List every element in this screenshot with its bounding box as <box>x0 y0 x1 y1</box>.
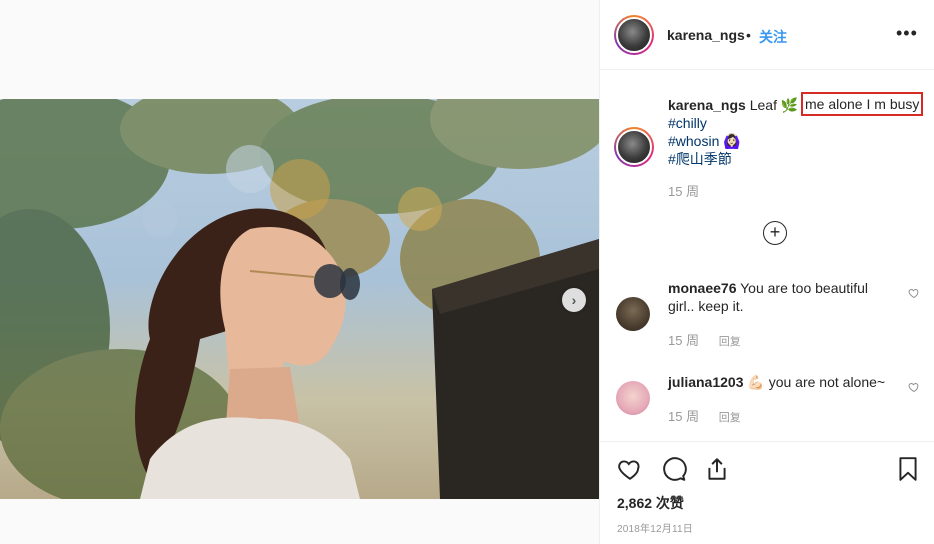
plus-circle-icon: + <box>769 222 781 242</box>
comment-meta: 15 周 回复 <box>668 406 741 425</box>
post-caption: karena_ngs Leaf 🌿 me alone I m busy #chi… <box>668 92 928 168</box>
load-more-comments-button[interactable]: + <box>763 221 787 245</box>
next-photo-button[interactable]: › <box>562 288 586 312</box>
like-comment-heart-icon[interactable] <box>908 287 920 299</box>
highlighted-caption-text: me alone I m busy <box>801 92 924 116</box>
likes-count[interactable]: 2,862 次赞 <box>617 493 684 513</box>
author-avatar[interactable] <box>614 15 654 55</box>
post-header: karena_ngs • 关注 ••• <box>600 0 934 70</box>
person-emoji: 🙆🏻‍♀️ <box>723 133 741 149</box>
comment-item: monaee76 You are too beautiful girl.. ke… <box>668 279 898 315</box>
commenter-username-link[interactable]: monaee76 <box>668 280 736 296</box>
caption-username-link[interactable]: karena_ngs <box>668 97 746 113</box>
chevron-right-icon: › <box>571 292 577 308</box>
commenter-avatar[interactable] <box>616 381 650 415</box>
caption-author-avatar[interactable] <box>614 127 654 167</box>
reply-button[interactable]: 回复 <box>719 412 741 424</box>
post-date[interactable]: 2018年12月11日 <box>617 520 693 535</box>
hashtag-link[interactable]: #chilly <box>668 114 928 132</box>
comment-icon[interactable] <box>661 456 687 482</box>
commenter-avatar[interactable] <box>616 297 650 331</box>
comment-timestamp[interactable]: 15 周 <box>668 333 699 348</box>
author-username-link[interactable]: karena_ngs <box>667 27 745 43</box>
more-horizontal-icon[interactable]: ••• <box>896 23 918 44</box>
comment-text: you are not alone~ <box>768 374 886 390</box>
hashtag-link[interactable]: #whosin <box>668 133 719 149</box>
separator-dot: • <box>746 27 751 43</box>
post-media-area: › <box>0 0 599 544</box>
follow-button[interactable]: 关注 <box>759 27 787 47</box>
hashtag-link[interactable]: #爬山季節 <box>668 150 928 168</box>
post-actions-bar: 2,862 次赞 2018年12月11日 <box>600 441 934 544</box>
commenter-username-link[interactable]: juliana1203 <box>668 374 744 390</box>
post-side-panel: karena_ngs • 关注 ••• karena_ngs Leaf 🌿 me… <box>599 0 934 544</box>
heart-icon[interactable] <box>617 456 643 482</box>
leaf-emoji: 🌿 <box>780 97 799 113</box>
reply-button[interactable]: 回复 <box>719 336 741 348</box>
hashtag-line: #whosin 🙆🏻‍♀️ <box>668 132 928 150</box>
post-photo[interactable] <box>0 99 599 499</box>
like-comment-heart-icon[interactable] <box>908 381 920 393</box>
share-icon[interactable] <box>704 456 730 482</box>
caption-text: Leaf <box>749 97 777 113</box>
comment-item: juliana1203 💪🏻 you are not alone~ <box>668 373 898 391</box>
comment-timestamp[interactable]: 15 周 <box>668 409 699 424</box>
photo-illustration <box>0 99 599 499</box>
flexed-biceps-emoji: 💪🏻 <box>747 374 765 390</box>
comment-meta: 15 周 回复 <box>668 330 741 349</box>
bookmark-icon[interactable] <box>895 456 921 482</box>
caption-timestamp[interactable]: 15 周 <box>668 181 699 200</box>
